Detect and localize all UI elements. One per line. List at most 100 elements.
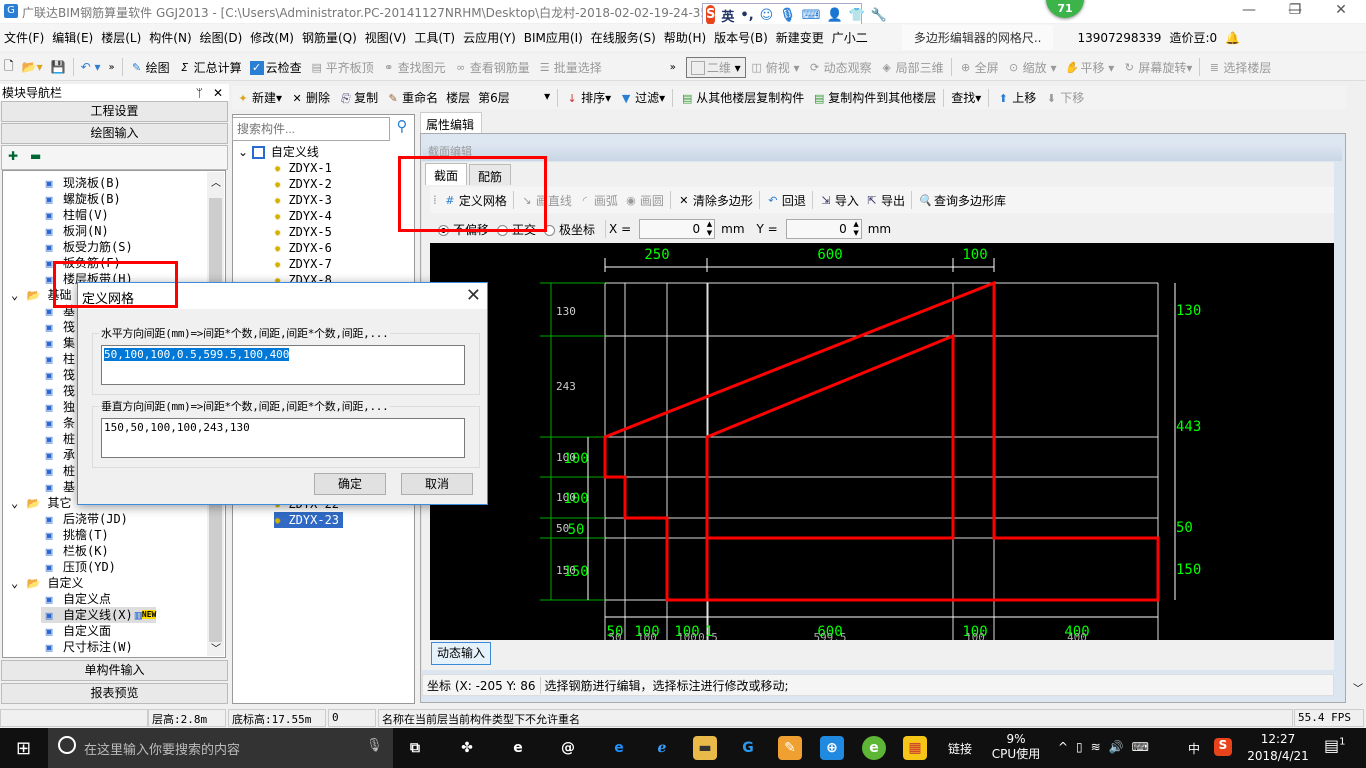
wrench-icon[interactable]: 🔧 bbox=[871, 8, 887, 23]
component-item[interactable]: ✹ ZDYX-3 bbox=[274, 192, 336, 208]
view-rebar-button[interactable]: ∞ 查看钢筋量 bbox=[450, 59, 534, 76]
rename-button[interactable]: ✎ 重命名 bbox=[382, 89, 442, 106]
delete-button[interactable]: ✕ 删除 bbox=[286, 89, 334, 106]
windows-start-icon[interactable]: ⊞ bbox=[16, 738, 31, 759]
account-phone[interactable]: 13907298339 bbox=[1073, 31, 1165, 45]
tab-property-edit[interactable]: 属性编辑 bbox=[420, 112, 482, 133]
find-button[interactable]: 查找▾ bbox=[947, 89, 985, 106]
x-input[interactable]: 0 ▲ ▼ bbox=[639, 219, 716, 239]
tree-item[interactable]: ▣ 栏板(K) bbox=[41, 543, 109, 559]
tree-item[interactable]: ▣ 自定义线(X) ▥NEW bbox=[41, 607, 157, 623]
tree-item[interactable]: ▣ 挑檐(T) bbox=[41, 527, 109, 543]
bell-icon[interactable]: 🔔 bbox=[1221, 31, 1244, 45]
filter-button[interactable]: ▼ 过滤▾ bbox=[615, 89, 669, 106]
menu-item[interactable]: 钢筋量(Q) bbox=[298, 29, 361, 46]
ime-lang[interactable]: 英 bbox=[721, 6, 734, 25]
move-up-button[interactable]: ⬆ 上移 bbox=[992, 89, 1040, 106]
ok-button[interactable]: 确定 bbox=[314, 473, 386, 495]
vertical-spacing-input[interactable]: 150,50,100,100,243,130 bbox=[101, 418, 465, 458]
notification-icon[interactable]: ▤1 bbox=[1324, 736, 1346, 755]
floor-select[interactable]: 第6层 ▾ bbox=[474, 89, 554, 106]
component-item[interactable]: ✹ ZDYX-7 bbox=[274, 256, 336, 272]
tab-section[interactable]: 截面 bbox=[425, 163, 468, 185]
tray-icons[interactable]: ^▯≋🔊⌨ bbox=[1058, 740, 1157, 754]
component-item[interactable]: ✹ ZDYX-1 bbox=[274, 160, 336, 176]
menu-item[interactable]: 新建变更 bbox=[772, 29, 828, 46]
draw-arc-button[interactable]: ◜ 画弧 bbox=[575, 192, 621, 209]
keyboard-icon[interactable]: ⌨ bbox=[802, 8, 821, 23]
right-scrollbar[interactable]: ﹀ bbox=[1348, 86, 1366, 706]
minimize-button-2[interactable]: — bbox=[1226, 2, 1272, 22]
search-component-input[interactable] bbox=[232, 117, 390, 141]
move-down-button[interactable]: ⬇ 下移 bbox=[1040, 89, 1088, 106]
sum-button[interactable]: Σ 汇总计算 bbox=[174, 59, 246, 76]
cloud-check-button[interactable]: ✓ 云检查 bbox=[246, 59, 306, 76]
draw-button[interactable]: ✎ 绘图 bbox=[126, 59, 174, 76]
menu-item[interactable]: 修改(M) bbox=[246, 29, 298, 46]
new-file-icon[interactable]: 🗋 bbox=[0, 57, 18, 78]
fullscreen-button[interactable]: ⊕ 全屏 bbox=[955, 59, 1003, 76]
batch-select-button[interactable]: ☰ 批量选择 bbox=[534, 59, 606, 76]
menu-item[interactable]: 云应用(Y) bbox=[459, 29, 520, 46]
tree-item[interactable]: ▣ 压顶(YD) bbox=[41, 559, 116, 575]
tree-item[interactable]: ▣ 筏 bbox=[41, 367, 75, 383]
chevron-down-icon[interactable]: ⌄ bbox=[11, 576, 25, 590]
menu-item[interactable]: 广小二 bbox=[828, 29, 872, 46]
menu-item[interactable]: 构件(N) bbox=[145, 29, 195, 46]
undo-button[interactable]: ↶ 回退 bbox=[763, 192, 809, 209]
tree-item[interactable]: ▣ 筏 bbox=[41, 383, 75, 399]
nav-section-project[interactable]: 工程设置 bbox=[1, 101, 228, 122]
tree-item[interactable]: ▣ 基 bbox=[41, 303, 75, 319]
menu-item[interactable]: 绘图(D) bbox=[196, 29, 247, 46]
task-view-icon[interactable]: ⧉ bbox=[403, 736, 427, 760]
nav-section-draw[interactable]: 绘图输入 bbox=[1, 123, 228, 144]
draw-line-button[interactable]: ↘ 画直线 bbox=[517, 192, 575, 209]
y-input[interactable]: 0 ▲ ▼ bbox=[785, 219, 862, 239]
sort-button[interactable]: ↓ 排序▾ bbox=[561, 89, 615, 106]
menu-item[interactable]: 工具(T) bbox=[410, 29, 459, 46]
fan-app-icon[interactable]: ✤ bbox=[455, 736, 479, 760]
menu-item[interactable]: BIM应用(I) bbox=[520, 29, 587, 46]
menu-item[interactable]: 楼层(L) bbox=[97, 29, 145, 46]
open-icon[interactable]: 📂▾ bbox=[18, 60, 47, 74]
cancel-button[interactable]: 取消 bbox=[401, 473, 473, 495]
menu-item[interactable]: 编辑(E) bbox=[48, 29, 97, 46]
glodon-g-icon[interactable]: G bbox=[736, 736, 760, 760]
skin-icon[interactable]: 👕 bbox=[849, 8, 865, 23]
notes-app-icon[interactable]: ✎ bbox=[778, 736, 802, 760]
tree-item[interactable]: ▣ 尺寸标注(W) bbox=[41, 639, 133, 655]
drawing-canvas[interactable]: 250 600 10050 100 100 1 600 100 40050 100 100 0.5 59… bbox=[430, 243, 1334, 640]
component-item[interactable]: ✹ ZDYX-4 bbox=[274, 208, 336, 224]
chevron-down-icon[interactable]: ⌄ bbox=[11, 288, 25, 302]
close-nav-icon[interactable]: ✕ bbox=[213, 86, 223, 100]
ime-lang-indicator[interactable]: 中 bbox=[1188, 740, 1200, 757]
tree-item[interactable]: ▣ 柱帽(V) bbox=[41, 207, 109, 223]
component-item[interactable]: ✹ ZDYX-2 bbox=[274, 176, 336, 192]
menu-item[interactable]: 在线服务(S) bbox=[587, 29, 660, 46]
dialog-close-icon[interactable]: ✕ bbox=[466, 285, 481, 306]
top-view-button[interactable]: ◫ 俯视 ▾ bbox=[746, 59, 804, 76]
menu-item[interactable]: 文件(F) bbox=[0, 29, 48, 46]
close-window-button[interactable]: ✕ bbox=[1318, 2, 1364, 22]
tree-item[interactable]: ▣ 独 bbox=[41, 399, 75, 415]
pin-icon[interactable]: ᛘ bbox=[196, 86, 203, 100]
tree-item[interactable]: ▣ 板负筋(F) bbox=[41, 255, 121, 271]
orbit-button[interactable]: ⟳ 动态观察 bbox=[804, 59, 876, 76]
search-icon[interactable]: ⚲ bbox=[392, 117, 412, 141]
dynamic-input-button[interactable]: 动态输入 bbox=[431, 642, 491, 665]
import-button[interactable]: ⇲ 导入 bbox=[816, 192, 862, 209]
link-label[interactable]: 链接 bbox=[948, 740, 972, 757]
ie-old-icon[interactable]: e bbox=[506, 736, 530, 760]
tree-item[interactable]: ⌄ 📂 自定义 bbox=[11, 575, 83, 591]
menu-notice[interactable]: 多边形编辑器的网格尺.. bbox=[901, 25, 1054, 50]
component-root[interactable]: ⌄ 自定义线 bbox=[238, 144, 319, 160]
green-app-icon[interactable]: e bbox=[862, 736, 886, 760]
tree-item[interactable]: ▣ 现浇板(B) bbox=[41, 175, 121, 191]
ime-punct[interactable]: •, bbox=[740, 8, 753, 23]
collapse-all-icon[interactable]: ▬ bbox=[30, 149, 41, 163]
tree-item[interactable]: ▣ 后浇带(JD) bbox=[41, 511, 128, 527]
user-icon[interactable]: 👤 bbox=[826, 8, 842, 23]
tree-item[interactable]: ▣ 自定义面 bbox=[41, 623, 111, 639]
mode-no-offset[interactable]: 不偏移 bbox=[430, 221, 489, 238]
find-element-button[interactable]: ⚭ 查找图元 bbox=[378, 59, 450, 76]
